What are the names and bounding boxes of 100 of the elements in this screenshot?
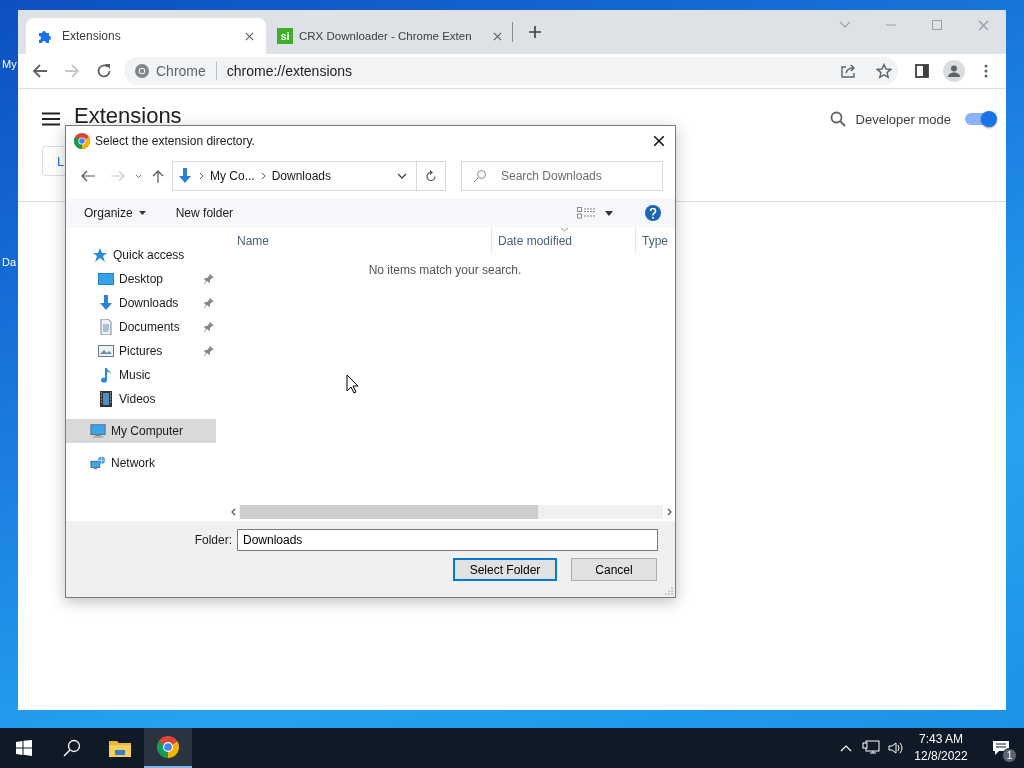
chevron-down-icon: [397, 173, 407, 179]
bookmark-star-icon[interactable]: [876, 63, 892, 79]
mouse-cursor-icon: [346, 374, 359, 394]
tab-title: Extensions: [62, 29, 122, 43]
share-icon[interactable]: [840, 63, 856, 79]
back-arrow-icon: [32, 63, 48, 79]
search-icon: [63, 739, 81, 757]
site-label: Chrome: [156, 63, 206, 79]
nav-item[interactable]: Downloads: [66, 291, 216, 315]
browser-tab[interactable]: si CRX Downloader - Chrome Exten: [266, 18, 510, 54]
column-header[interactable]: Type: [635, 228, 675, 253]
desktop-icon-label: Da: [2, 256, 17, 268]
reload-icon: [96, 63, 112, 79]
close-icon: [493, 31, 502, 41]
show-hidden-icons-icon[interactable]: [840, 744, 852, 752]
address-bar[interactable]: Chrome chrome://extensions: [124, 57, 898, 85]
date-text: 12/8/2022: [914, 748, 968, 765]
search-icon[interactable]: [829, 111, 846, 127]
close-icon: [245, 31, 254, 41]
dialog-title: Select the extension directory.: [95, 133, 256, 148]
scroll-right-icon[interactable]: [666, 508, 672, 516]
toolbar-command[interactable]: New folder: [175, 206, 234, 220]
empty-message: No items match your search.: [367, 263, 523, 277]
close-icon: [653, 134, 665, 147]
star-icon: [92, 247, 108, 263]
film-icon: [98, 391, 114, 407]
dialog-button[interactable]: Cancel: [571, 558, 657, 581]
person-icon: [947, 64, 961, 78]
chevron-icon: [260, 172, 266, 180]
url-text: chrome://extensions: [226, 63, 354, 79]
toolbar-command[interactable]: Organize: [84, 206, 146, 220]
folder-icon: [109, 739, 131, 757]
chevron-icon: [199, 172, 204, 180]
desktop-icon-label: My: [2, 58, 17, 70]
developer-mode-label: Developer mode: [855, 111, 951, 127]
document-icon: [98, 319, 114, 335]
developer-mode-toggle[interactable]: [965, 113, 995, 125]
network-icon: [90, 455, 106, 471]
profile-avatar[interactable]: [943, 60, 965, 82]
back-arrow-icon: [81, 170, 95, 182]
kebab-menu-icon: [984, 64, 988, 78]
chrome-logo-icon: [157, 736, 179, 758]
page-title: Extensions: [74, 107, 182, 125]
refresh-icon: [425, 170, 437, 182]
resize-grip-icon[interactable]: [665, 587, 673, 595]
column-header[interactable]: Date modified: [491, 228, 635, 253]
browser-tab[interactable]: Extensions: [26, 18, 266, 54]
chrome-icon: [134, 63, 150, 79]
scroll-left-icon[interactable]: [230, 508, 236, 516]
site-favicon: si: [277, 28, 293, 44]
minimize-icon: [886, 24, 896, 26]
puzzle-icon: [37, 28, 53, 44]
column-header[interactable]: Name: [231, 228, 491, 253]
forward-arrow-icon: [64, 63, 80, 79]
taskbar-app[interactable]: [144, 728, 192, 768]
menu-icon[interactable]: [42, 112, 60, 126]
music-note-icon: [98, 367, 114, 383]
windows-logo-icon: [16, 740, 32, 756]
up-arrow-icon: [152, 169, 164, 183]
tab-title: CRX Downloader - Chrome Exten: [299, 30, 473, 42]
chrome-logo-icon: [74, 132, 90, 149]
desktop-icon: [98, 271, 114, 287]
view-options-icon[interactable]: [577, 207, 595, 219]
folder-field[interactable]: Downloads: [237, 529, 658, 551]
chevron-down-icon: [839, 21, 851, 29]
nav-item[interactable]: Quick access: [66, 243, 216, 267]
network-icon[interactable]: [862, 740, 880, 756]
maximize-icon: [932, 20, 942, 30]
help-button[interactable]: [645, 205, 661, 221]
notification-badge: 1: [1002, 748, 1017, 763]
download-icon: [177, 167, 193, 185]
nav-item[interactable]: Documents: [66, 315, 216, 339]
nav-item[interactable]: Pictures: [66, 339, 216, 363]
search-field[interactable]: Search Downloads: [461, 161, 663, 191]
clock[interactable]: 7:43 AM 12/8/2022: [904, 731, 978, 765]
dropdown-arrow-icon[interactable]: [605, 210, 613, 216]
time-text: 7:43 AM: [919, 731, 963, 748]
dialog-button[interactable]: Select Folder: [453, 558, 557, 581]
caret-icon: [138, 211, 146, 215]
nav-item[interactable]: Desktop: [66, 267, 216, 291]
volume-icon[interactable]: [888, 741, 904, 755]
plus-icon: [528, 25, 542, 39]
search-icon: [473, 169, 487, 183]
picture-icon: [98, 343, 114, 359]
breadcrumb-bar[interactable]: My Co... Downloads: [172, 161, 446, 191]
download-icon: [98, 295, 114, 311]
side-panel-icon: [915, 64, 929, 78]
computer-icon: [90, 423, 106, 439]
breadcrumb-item[interactable]: My Co...: [210, 169, 255, 183]
nav-item[interactable]: Network: [66, 451, 216, 475]
notification-button[interactable]: 1: [978, 728, 1024, 768]
question-mark-icon: [649, 207, 657, 219]
close-icon: [977, 19, 989, 31]
load-unpacked-button[interactable]: L: [42, 146, 65, 176]
nav-item[interactable]: Videos: [66, 387, 216, 411]
folder-label: Folder:: [194, 533, 232, 547]
breadcrumb-item[interactable]: Downloads: [271, 169, 332, 183]
forward-arrow-icon: [111, 170, 125, 182]
nav-item[interactable]: Music: [66, 363, 216, 387]
nav-item[interactable]: My Computer: [66, 419, 216, 443]
